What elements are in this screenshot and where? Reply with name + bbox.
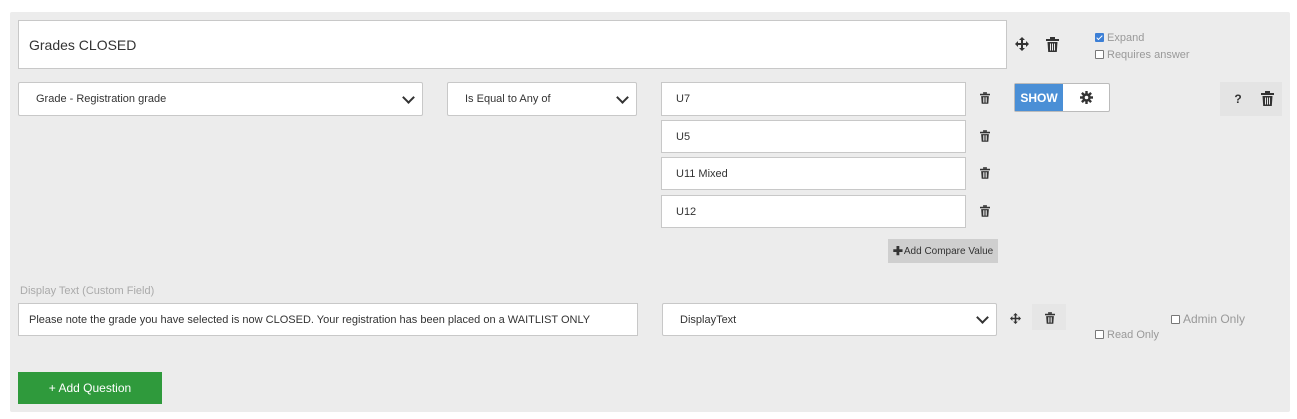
trash-icon[interactable]: [1043, 34, 1061, 54]
requires-answer-label: Requires answer: [1107, 49, 1190, 61]
condition-panel: [10, 12, 1290, 412]
add-compare-value-button[interactable]: ✚ Add Compare Value: [888, 239, 998, 263]
checkbox-unchecked-icon: [1171, 315, 1180, 324]
expand-label: Expand: [1107, 32, 1145, 44]
add-question-button[interactable]: + Add Question: [18, 372, 162, 404]
help-label: ?: [1234, 92, 1242, 106]
display-text-section-label: Display Text (Custom Field): [20, 285, 155, 297]
checkbox-checked-icon: [1095, 33, 1104, 42]
help-button[interactable]: ?: [1231, 91, 1245, 107]
chevron-down-icon: [976, 311, 989, 324]
chevron-down-icon: [402, 90, 415, 104]
plus-icon: ✚: [892, 244, 903, 258]
trash-icon[interactable]: [1259, 89, 1275, 107]
add-question-label: + Add Question: [48, 381, 132, 395]
trash-icon[interactable]: [1043, 310, 1057, 325]
requires-answer-checkbox[interactable]: Requires answer: [1095, 49, 1190, 61]
trash-icon[interactable]: [978, 90, 992, 106]
field-type-select[interactable]: DisplayText: [662, 303, 997, 336]
field-select-value: Grade - Registration grade: [36, 93, 167, 105]
display-text-value: Please note the grade you have selected …: [29, 313, 591, 326]
compare-value-input[interactable]: U7: [661, 82, 966, 116]
read-only-checkbox[interactable]: Read Only: [1095, 329, 1159, 341]
compare-value-input[interactable]: U11 Mixed: [661, 157, 966, 190]
action-button-group: SHOW: [1014, 83, 1110, 112]
admin-only-checkbox[interactable]: Admin Only: [1171, 312, 1245, 326]
checkbox-unchecked-icon: [1095, 330, 1104, 339]
checkbox-unchecked-icon: [1095, 50, 1104, 59]
compare-value-input[interactable]: U12: [661, 195, 966, 228]
compare-value-text: U7: [676, 93, 691, 105]
operator-select-value: Is Equal to Any of: [465, 93, 551, 105]
trash-icon[interactable]: [978, 165, 992, 181]
expand-checkbox[interactable]: Expand: [1095, 32, 1144, 44]
display-text-input[interactable]: Please note the grade you have selected …: [18, 303, 638, 336]
question-title-input[interactable]: Grades CLOSED: [18, 20, 1007, 69]
admin-only-label: Admin Only: [1183, 312, 1246, 326]
compare-value-input[interactable]: U5: [661, 120, 966, 153]
move-icon[interactable]: [1012, 35, 1032, 53]
gear-icon[interactable]: [1063, 84, 1109, 111]
operator-select[interactable]: Is Equal to Any of: [447, 82, 637, 116]
add-compare-value-label: Add Compare Value: [903, 245, 994, 257]
trash-icon[interactable]: [978, 203, 992, 219]
field-select[interactable]: Grade - Registration grade: [18, 82, 423, 116]
move-icon[interactable]: [1007, 310, 1023, 326]
read-only-label: Read Only: [1107, 329, 1159, 341]
compare-value-text: U5: [676, 130, 691, 143]
question-title-text: Grades CLOSED: [29, 36, 137, 53]
show-action-button[interactable]: SHOW: [1015, 84, 1063, 111]
trash-icon[interactable]: [978, 128, 992, 144]
field-type-select-value: DisplayText: [680, 313, 737, 326]
compare-value-text: U11 Mixed: [676, 167, 728, 180]
compare-value-text: U12: [676, 205, 697, 218]
chevron-down-icon: [616, 90, 629, 104]
show-action-label: SHOW: [1020, 90, 1058, 105]
